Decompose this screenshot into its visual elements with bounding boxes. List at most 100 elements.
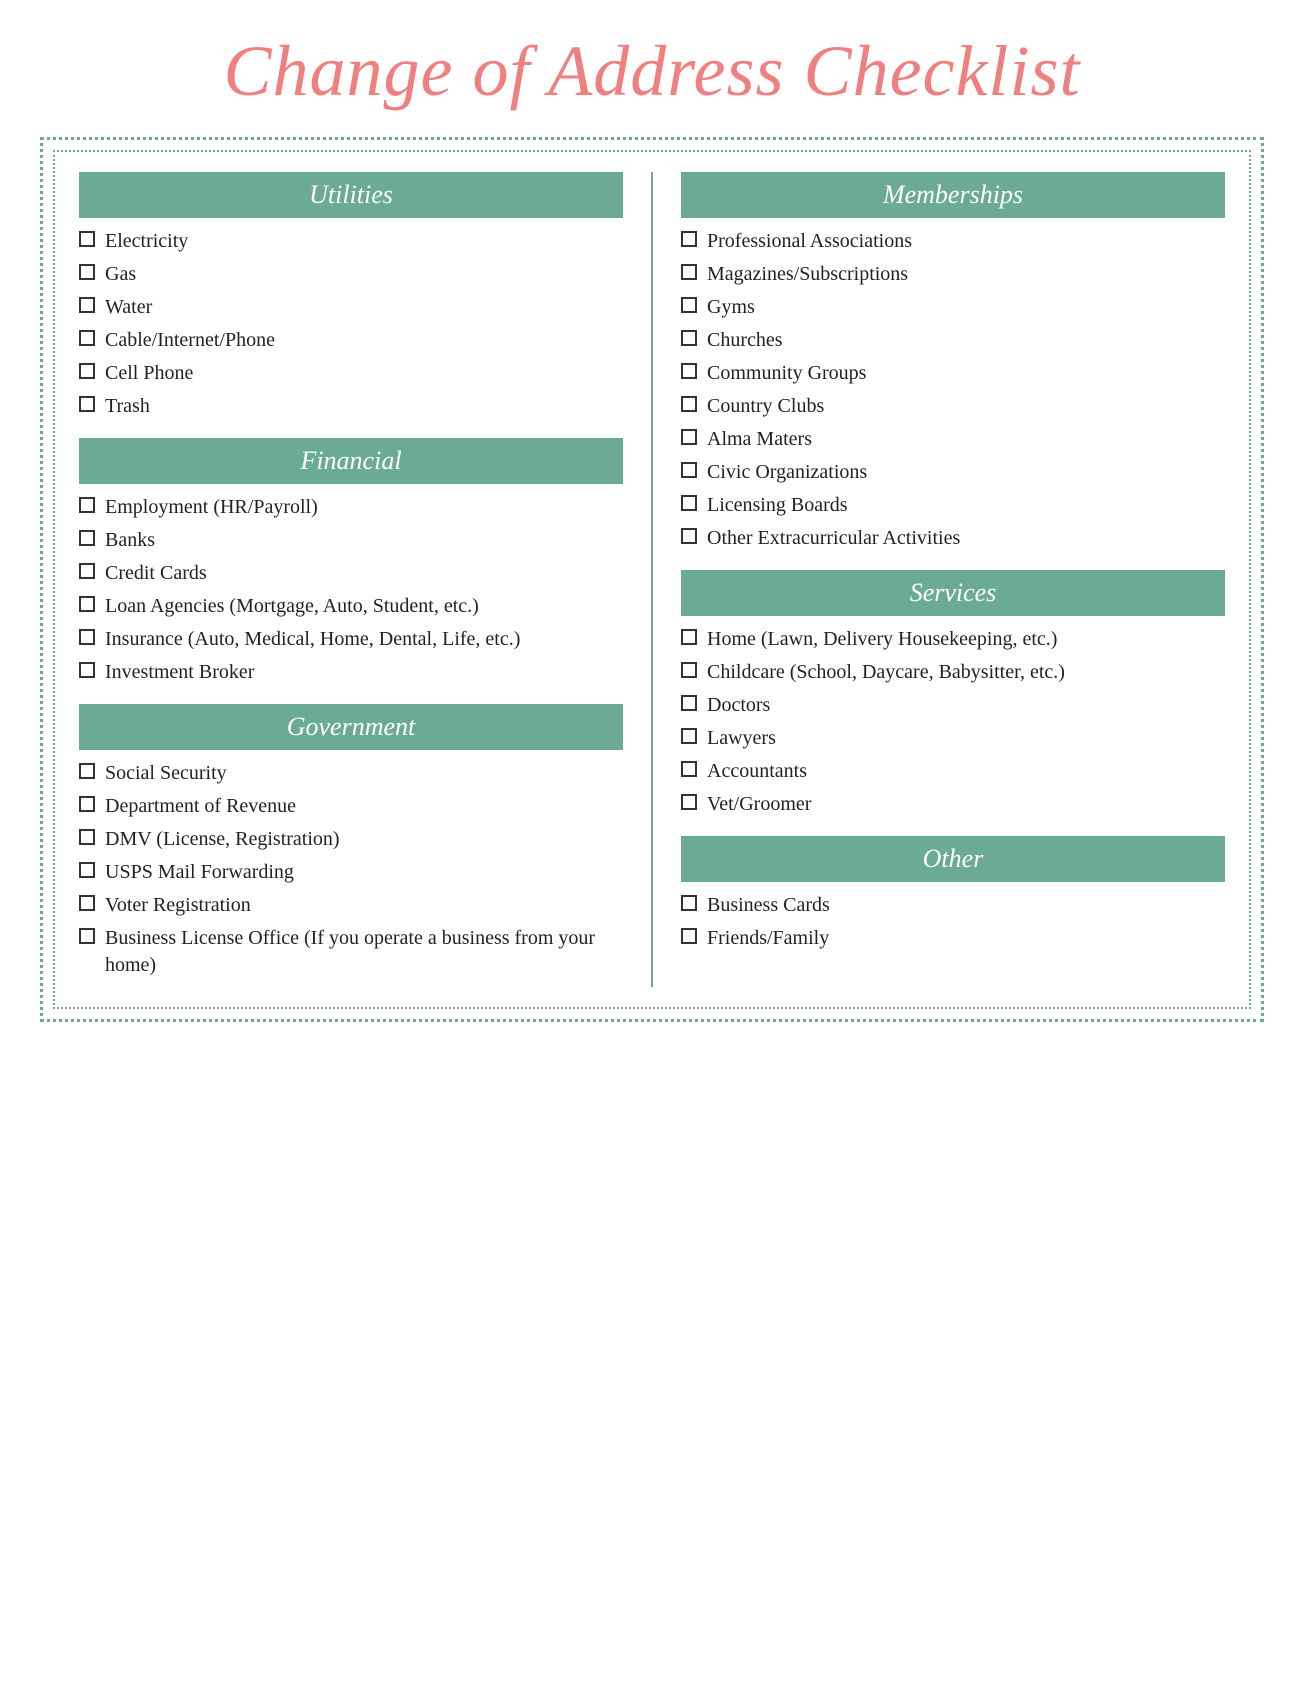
list-item[interactable]: Licensing Boards — [681, 492, 1225, 519]
checkbox[interactable] — [79, 928, 95, 944]
list-item[interactable]: USPS Mail Forwarding — [79, 859, 623, 886]
checkbox[interactable] — [681, 264, 697, 280]
list-item[interactable]: Doctors — [681, 692, 1225, 719]
list-item[interactable]: Lawyers — [681, 725, 1225, 752]
checkbox[interactable] — [79, 497, 95, 513]
checkbox[interactable] — [681, 495, 697, 511]
list-item[interactable]: Gyms — [681, 294, 1225, 321]
item-text: Cable/Internet/Phone — [105, 327, 623, 354]
checkbox[interactable] — [681, 462, 697, 478]
checkbox[interactable] — [79, 297, 95, 313]
checkbox[interactable] — [79, 629, 95, 645]
checkbox[interactable] — [79, 796, 95, 812]
list-item[interactable]: Gas — [79, 261, 623, 288]
list-item[interactable]: Cell Phone — [79, 360, 623, 387]
item-text: Professional Associations — [707, 228, 1225, 255]
checkbox[interactable] — [79, 264, 95, 280]
list-item[interactable]: Voter Registration — [79, 892, 623, 919]
checkbox[interactable] — [681, 629, 697, 645]
checkbox[interactable] — [681, 794, 697, 810]
checkbox[interactable] — [681, 330, 697, 346]
financial-header: Financial — [79, 438, 623, 484]
list-item[interactable]: Social Security — [79, 760, 623, 787]
services-header: Services — [681, 570, 1225, 616]
list-item[interactable]: Business License Office (If you operate … — [79, 925, 623, 979]
item-text: Gyms — [707, 294, 1225, 321]
list-item[interactable]: Employment (HR/Payroll) — [79, 494, 623, 521]
list-item[interactable]: Churches — [681, 327, 1225, 354]
checkbox[interactable] — [681, 928, 697, 944]
item-text: Gas — [105, 261, 623, 288]
list-item[interactable]: Accountants — [681, 758, 1225, 785]
inner-border: Utilities Electricity Gas Water Cable/In… — [53, 150, 1251, 1009]
other-list: Business Cards Friends/Family — [681, 892, 1225, 952]
list-item[interactable]: Friends/Family — [681, 925, 1225, 952]
list-item[interactable]: Insurance (Auto, Medical, Home, Dental, … — [79, 626, 623, 653]
list-item[interactable]: Water — [79, 294, 623, 321]
item-text: Electricity — [105, 228, 623, 255]
item-text: Vet/Groomer — [707, 791, 1225, 818]
checkbox[interactable] — [681, 363, 697, 379]
item-text: Lawyers — [707, 725, 1225, 752]
list-item[interactable]: Country Clubs — [681, 393, 1225, 420]
checkbox[interactable] — [79, 895, 95, 911]
list-item[interactable]: Professional Associations — [681, 228, 1225, 255]
list-item[interactable]: Vet/Groomer — [681, 791, 1225, 818]
list-item[interactable]: Electricity — [79, 228, 623, 255]
checkbox[interactable] — [79, 231, 95, 247]
checkbox[interactable] — [681, 396, 697, 412]
list-item[interactable]: Banks — [79, 527, 623, 554]
item-text: Banks — [105, 527, 623, 554]
item-text: USPS Mail Forwarding — [105, 859, 623, 886]
list-item[interactable]: Home (Lawn, Delivery Housekeeping, etc.) — [681, 626, 1225, 653]
list-item[interactable]: Civic Organizations — [681, 459, 1225, 486]
list-item[interactable]: Trash — [79, 393, 623, 420]
item-text: DMV (License, Registration) — [105, 826, 623, 853]
list-item[interactable]: DMV (License, Registration) — [79, 826, 623, 853]
list-item[interactable]: Investment Broker — [79, 659, 623, 686]
list-item[interactable]: Business Cards — [681, 892, 1225, 919]
checkbox[interactable] — [79, 862, 95, 878]
utilities-header: Utilities — [79, 172, 623, 218]
checkbox[interactable] — [681, 231, 697, 247]
item-text: Business License Office (If you operate … — [105, 925, 623, 979]
checkbox[interactable] — [681, 429, 697, 445]
checkbox[interactable] — [681, 662, 697, 678]
list-item[interactable]: Loan Agencies (Mortgage, Auto, Student, … — [79, 593, 623, 620]
list-item[interactable]: Magazines/Subscriptions — [681, 261, 1225, 288]
checkbox[interactable] — [79, 662, 95, 678]
checkbox[interactable] — [681, 695, 697, 711]
item-text: Department of Revenue — [105, 793, 623, 820]
item-text: Social Security — [105, 760, 623, 787]
list-item[interactable]: Childcare (School, Daycare, Babysitter, … — [681, 659, 1225, 686]
checkbox[interactable] — [681, 528, 697, 544]
page-title: Change of Address Checklist — [40, 30, 1264, 113]
list-item[interactable]: Other Extracurricular Activities — [681, 525, 1225, 552]
checkbox[interactable] — [79, 563, 95, 579]
checkbox[interactable] — [79, 829, 95, 845]
item-text: Loan Agencies (Mortgage, Auto, Student, … — [105, 593, 623, 620]
item-text: Cell Phone — [105, 360, 623, 387]
checkbox[interactable] — [79, 530, 95, 546]
item-text: Alma Maters — [707, 426, 1225, 453]
list-item[interactable]: Alma Maters — [681, 426, 1225, 453]
item-text: Churches — [707, 327, 1225, 354]
list-item[interactable]: Community Groups — [681, 360, 1225, 387]
checkbox[interactable] — [681, 895, 697, 911]
checkbox[interactable] — [681, 297, 697, 313]
checkbox[interactable] — [681, 761, 697, 777]
checkbox[interactable] — [79, 396, 95, 412]
checkbox[interactable] — [79, 596, 95, 612]
list-item[interactable]: Credit Cards — [79, 560, 623, 587]
checkbox[interactable] — [681, 728, 697, 744]
list-item[interactable]: Cable/Internet/Phone — [79, 327, 623, 354]
item-text: Insurance (Auto, Medical, Home, Dental, … — [105, 626, 623, 653]
item-text: Licensing Boards — [707, 492, 1225, 519]
financial-list: Employment (HR/Payroll) Banks Credit Car… — [79, 494, 623, 686]
list-item[interactable]: Department of Revenue — [79, 793, 623, 820]
checkbox[interactable] — [79, 363, 95, 379]
checkbox[interactable] — [79, 763, 95, 779]
item-text: Home (Lawn, Delivery Housekeeping, etc.) — [707, 626, 1225, 653]
checkbox[interactable] — [79, 330, 95, 346]
item-text: Other Extracurricular Activities — [707, 525, 1225, 552]
